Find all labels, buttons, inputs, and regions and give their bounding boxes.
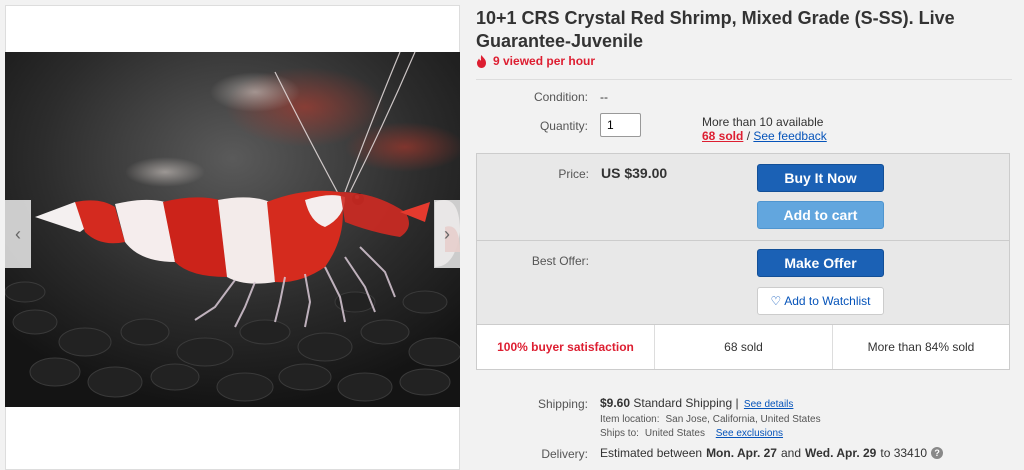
listing-page: ‹ › 10+1 CRS Crystal Red Shrimp, Mixed G… [0, 0, 1024, 470]
views-text: 9 viewed per hour [493, 54, 596, 68]
buy-it-now-button[interactable]: Buy It Now [757, 164, 884, 192]
shrimp-image [5, 52, 460, 407]
delivery-zip: to 33410 [880, 446, 928, 460]
percent-sold-stat: More than 84% sold [867, 340, 975, 354]
purchase-box: Price: US $39.00 Buy It Now Add to cart … [476, 153, 1010, 370]
available-text: More than 10 available [702, 115, 824, 129]
price-value: US $39.00 [601, 165, 668, 181]
shipping-label: Shipping: [537, 397, 588, 411]
price-section: Price: US $39.00 Buy It Now Add to cart [477, 154, 1009, 241]
sold-stat: 68 sold [655, 325, 833, 369]
flame-icon [477, 54, 486, 68]
ships-to: Ships to: United States See exclusions [600, 428, 783, 439]
shipping-method: Standard Shipping | [633, 396, 739, 410]
availability: More than 10 available 68 sold / See fee… [702, 115, 827, 143]
price-label: Price: [558, 167, 589, 181]
delivery-label: Delivery: [541, 447, 588, 461]
offer-section: Best Offer: Make Offer ♡ Add to Watchlis… [477, 241, 1009, 325]
views-badge: 9 viewed per hour [476, 54, 595, 68]
delivery-end: Wed. Apr. 29 [805, 446, 877, 460]
make-offer-button[interactable]: Make Offer [757, 249, 884, 277]
stats-row: 100% buyer satisfaction 68 sold More tha… [477, 325, 1009, 369]
shipping-line: $9.60 Standard Shipping | See details [600, 396, 793, 410]
item-location-value: San Jose, California, United States [665, 414, 821, 425]
quantity-label: Quantity: [539, 119, 588, 133]
best-offer-label: Best Offer: [531, 254, 589, 268]
question-icon[interactable]: ? [931, 447, 944, 459]
delivery-prefix: Estimated between [600, 446, 703, 460]
product-title: 10+1 CRS Crystal Red Shrimp, Mixed Grade… [476, 8, 955, 51]
buyer-satisfaction-stat: 100% buyer satisfaction [477, 325, 655, 369]
heart-icon: ♡ [770, 294, 782, 308]
delivery-line: Estimated between Mon. Apr. 27 and Wed. … [600, 446, 944, 460]
chevron-right-icon: › [444, 223, 450, 244]
see-feedback-link[interactable]: See feedback [753, 129, 826, 143]
quantity-input[interactable] [600, 113, 641, 137]
shipping-cost: $9.60 [600, 396, 631, 410]
sold-count-link[interactable]: 68 sold [702, 129, 743, 143]
product-photo[interactable] [5, 52, 460, 407]
ships-to-value: United States [644, 428, 705, 439]
previous-image-button[interactable]: ‹ [5, 200, 31, 268]
condition-value: -- [600, 90, 608, 104]
watchlist-label: Add to Watchlist [784, 294, 871, 308]
add-to-cart-button[interactable]: Add to cart [757, 201, 884, 229]
sold-separator: / [743, 129, 754, 143]
next-image-button[interactable]: › [434, 200, 460, 268]
item-location: Item location: San Jose, California, Unit… [600, 414, 821, 425]
condition-label: Condition: [533, 90, 588, 104]
delivery-and: and [780, 446, 801, 460]
divider [476, 79, 1012, 80]
see-exclusions-link[interactable]: See exclusions [716, 428, 783, 439]
item-location-label: Item location: [600, 414, 660, 425]
chevron-left-icon: ‹ [15, 223, 21, 244]
add-to-watchlist-button[interactable]: ♡ Add to Watchlist [757, 287, 884, 315]
see-details-link[interactable]: See details [744, 399, 793, 410]
ships-to-label: Ships to: [600, 428, 639, 439]
delivery-start: Mon. Apr. 27 [706, 446, 777, 460]
sold-feedback-line: 68 sold / See feedback [702, 129, 827, 143]
